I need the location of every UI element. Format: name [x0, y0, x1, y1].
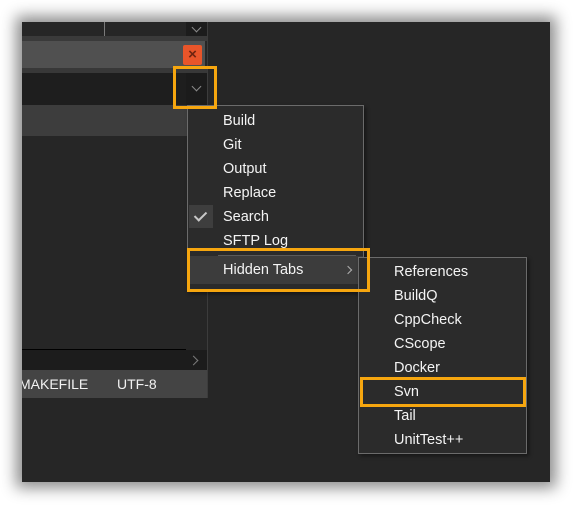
menu-item-label: UnitTest++ [394, 432, 464, 448]
menu-item-label: CppCheck [394, 312, 462, 328]
menu-item-label: Git [223, 137, 242, 153]
panel-toolbar-row [22, 105, 207, 136]
submenu-item-cscope[interactable]: CScope [359, 332, 526, 356]
menu-item-build[interactable]: Build [188, 109, 363, 133]
checkmark-icon [193, 208, 208, 222]
tab-overflow-button[interactable] [186, 22, 207, 36]
menu-item-label: SFTP Log [223, 233, 289, 249]
status-bar: MAKEFILE UTF-8 [22, 370, 207, 398]
panel-titlebar [22, 41, 205, 68]
close-panel-button[interactable]: × [183, 45, 202, 65]
chevron-right-icon[interactable] [188, 355, 199, 366]
panel-content [22, 136, 207, 349]
submenu-item-buildq[interactable]: BuildQ [359, 284, 526, 308]
chevron-right-icon [343, 265, 353, 275]
submenu-item-unittest[interactable]: UnitTest++ [359, 428, 526, 452]
menu-item-git[interactable]: Git [188, 133, 363, 157]
submenu-item-tail[interactable]: Tail [359, 404, 526, 428]
menu-item-hidden-tabs[interactable]: Hidden Tabs [188, 256, 363, 284]
horizontal-scrollbar[interactable] [22, 350, 207, 370]
chevron-down-icon [191, 22, 202, 33]
encoding-label[interactable]: UTF-8 [117, 376, 157, 392]
menu-item-label: Hidden Tabs [223, 262, 304, 278]
menu-item-label: References [394, 264, 469, 280]
tab-strip [22, 22, 207, 36]
menu-item-label: Svn [394, 384, 419, 400]
submenu-item-cppcheck[interactable]: CppCheck [359, 308, 526, 332]
menu-item-label: Build [223, 113, 256, 129]
panel-tabs-dropdown-button[interactable] [186, 73, 207, 105]
check-indicator [189, 205, 213, 228]
tab-divider [104, 22, 105, 36]
menu-item-label: Output [223, 161, 267, 177]
panel-tab-bar [22, 73, 207, 105]
menu-item-label: Tail [394, 408, 416, 424]
menu-item-replace[interactable]: Replace [188, 181, 363, 205]
menu-item-output[interactable]: Output [188, 157, 363, 181]
menu-item-label: Docker [394, 360, 440, 376]
menu-item-search[interactable]: Search [188, 205, 363, 229]
menu-item-label: CScope [394, 336, 446, 352]
close-icon: × [188, 46, 197, 63]
chevron-down-icon [191, 81, 202, 92]
panel-tabs-menu: Build Git Output Replace Search SFTP Log… [187, 105, 364, 292]
menu-item-sftp-log[interactable]: SFTP Log [188, 229, 363, 253]
menu-item-label: BuildQ [394, 288, 438, 304]
menu-item-label: Search [223, 209, 269, 225]
file-type-label[interactable]: MAKEFILE [22, 376, 88, 392]
hidden-tabs-submenu: References BuildQ CppCheck CScope Docker… [358, 257, 527, 454]
submenu-item-svn[interactable]: Svn [359, 380, 526, 404]
submenu-item-docker[interactable]: Docker [359, 356, 526, 380]
submenu-item-references[interactable]: References [359, 260, 526, 284]
menu-item-label: Replace [223, 185, 277, 201]
